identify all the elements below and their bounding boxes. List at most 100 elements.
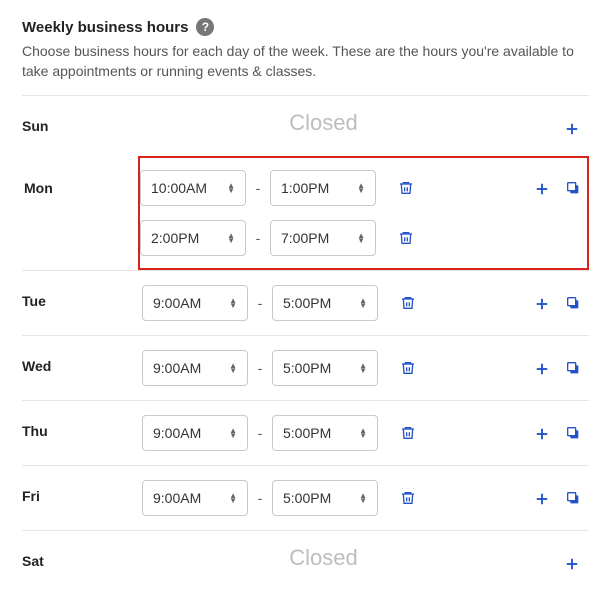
trash-icon: [400, 490, 416, 506]
plus-icon: [533, 295, 551, 313]
slots-area: 9:00AM▲▼-5:00PM ▲▼: [142, 415, 505, 451]
plus-icon: [533, 180, 551, 198]
add-slot-button[interactable]: [529, 291, 555, 317]
delete-slot-button[interactable]: [394, 226, 418, 250]
days-list: SunClosedMon10:00AM▲▼-1:00PM▲▼2:00PM▲▼-7…: [22, 95, 589, 591]
plus-icon: [563, 555, 581, 573]
add-slot-button[interactable]: [559, 551, 585, 577]
time-slot: 2:00PM▲▼-7:00PM▲▼: [140, 220, 505, 256]
start-time-select[interactable]: 10:00AM▲▼: [140, 170, 246, 206]
copy-icon: [565, 295, 581, 311]
delete-slot-button[interactable]: [396, 291, 420, 315]
select-arrows-icon: ▲▼: [359, 298, 367, 308]
closed-label: Closed: [142, 545, 505, 571]
copy-icon: [565, 360, 581, 376]
day-label: Sun: [22, 110, 142, 134]
copy-hours-button[interactable]: [561, 176, 585, 200]
day-row: Tue9:00AM▲▼-5:00PM▲▼: [22, 270, 589, 335]
delete-slot-button[interactable]: [396, 356, 420, 380]
copy-icon: [565, 490, 581, 506]
day-row: Thu9:00AM▲▼-5:00PM ▲▼: [22, 400, 589, 465]
select-arrows-icon: ▲▼: [229, 428, 237, 438]
time-separator: -: [248, 490, 272, 506]
plus-icon: [533, 425, 551, 443]
row-actions: [505, 415, 585, 447]
end-time-value: 5:00PM: [283, 360, 331, 376]
add-slot-button[interactable]: [529, 486, 555, 512]
row-actions: [505, 285, 585, 317]
add-slot-button[interactable]: [529, 421, 555, 447]
select-arrows-icon: ▲▼: [229, 363, 237, 373]
end-time-value: 5:00PM: [283, 490, 331, 506]
slots-area: 9:00AM ▲▼ -5:00PM ▲▼: [142, 480, 505, 516]
time-separator: -: [248, 295, 272, 311]
trash-icon: [398, 230, 414, 246]
select-arrows-icon: ▲▼: [229, 493, 237, 503]
plus-icon: [533, 490, 551, 508]
start-time-select[interactable]: 9:00AM▲▼: [142, 285, 248, 321]
slots-area: Closed: [142, 545, 505, 571]
end-time-value: 5:00PM: [283, 295, 331, 311]
slots-area: Closed: [142, 110, 505, 136]
help-icon[interactable]: ?: [196, 18, 214, 36]
time-slot: 9:00AM▲▼-5:00PM ▲▼: [142, 415, 505, 451]
start-time-value: 9:00AM: [153, 360, 201, 376]
end-time-select[interactable]: 5:00PM ▲▼: [272, 480, 378, 516]
plus-icon: [533, 360, 551, 378]
end-time-value: 5:00PM: [283, 425, 331, 441]
end-time-select[interactable]: 5:00PM ▲▼: [272, 415, 378, 451]
copy-hours-button[interactable]: [561, 421, 585, 445]
delete-slot-button[interactable]: [394, 176, 418, 200]
day-row: SunClosed: [22, 95, 589, 156]
section-description: Choose business hours for each day of th…: [22, 42, 589, 81]
time-slot: 9:00AM▲▼-5:00PM▲▼: [142, 350, 505, 386]
day-row: SatClosed: [22, 530, 589, 591]
add-slot-button[interactable]: [529, 176, 555, 202]
row-actions: [505, 170, 585, 202]
slots-area: 9:00AM▲▼-5:00PM ▲▼: [142, 285, 505, 321]
end-time-value: 1:00PM: [281, 180, 329, 196]
start-time-select[interactable]: 9:00AM▲▼: [142, 415, 248, 451]
start-time-value: 9:00AM: [153, 490, 201, 506]
add-slot-button[interactable]: [559, 116, 585, 142]
copy-icon: [565, 425, 581, 441]
day-label: Mon: [24, 172, 140, 196]
row-actions: [505, 110, 585, 142]
copy-hours-button[interactable]: [561, 291, 585, 315]
copy-hours-button[interactable]: [561, 356, 585, 380]
select-arrows-icon: ▲▼: [227, 183, 235, 193]
start-time-select[interactable]: 9:00AM ▲▼: [142, 350, 248, 386]
end-time-value: 7:00PM: [281, 230, 329, 246]
add-slot-button[interactable]: [529, 356, 555, 382]
delete-slot-button[interactable]: [396, 486, 420, 510]
slots-area: 10:00AM▲▼-1:00PM▲▼2:00PM▲▼-7:00PM▲▼: [140, 170, 505, 256]
section-title: Weekly business hours: [22, 19, 188, 36]
start-time-select[interactable]: 9:00AM ▲▼: [142, 480, 248, 516]
row-actions: [505, 545, 585, 577]
end-time-select[interactable]: 1:00PM▲▼: [270, 170, 376, 206]
time-separator: -: [248, 425, 272, 441]
day-label: Thu: [22, 415, 142, 439]
delete-slot-button[interactable]: [396, 421, 420, 445]
select-arrows-icon: ▲▼: [359, 493, 367, 503]
trash-icon: [400, 295, 416, 311]
end-time-select[interactable]: 5:00PM ▲▼: [272, 350, 378, 386]
day-label: Sat: [22, 545, 142, 569]
slots-area: 9:00AM▲▼-5:00PM▲▼: [142, 350, 505, 386]
select-arrows-icon: ▲▼: [227, 233, 235, 243]
select-arrows-icon: ▲▼: [359, 363, 367, 373]
start-time-select[interactable]: 2:00PM▲▼: [140, 220, 246, 256]
copy-hours-button[interactable]: [561, 486, 585, 510]
end-time-select[interactable]: 7:00PM ▲▼: [270, 220, 376, 256]
select-arrows-icon: ▲▼: [357, 233, 365, 243]
day-row: Wed9:00AM▲▼-5:00PM▲▼: [22, 335, 589, 400]
end-time-select[interactable]: 5:00PM ▲▼: [272, 285, 378, 321]
time-slot: 9:00AM ▲▼ -5:00PM ▲▼: [142, 480, 505, 516]
select-arrows-icon: ▲▼: [359, 428, 367, 438]
row-actions: [505, 350, 585, 382]
time-slot: 9:00AM▲▼-5:00PM ▲▼: [142, 285, 505, 321]
closed-label: Closed: [142, 110, 505, 136]
start-time-value: 9:00AM: [153, 295, 201, 311]
copy-icon: [565, 180, 581, 196]
section-header: Weekly business hours ? Choose business …: [22, 18, 589, 81]
